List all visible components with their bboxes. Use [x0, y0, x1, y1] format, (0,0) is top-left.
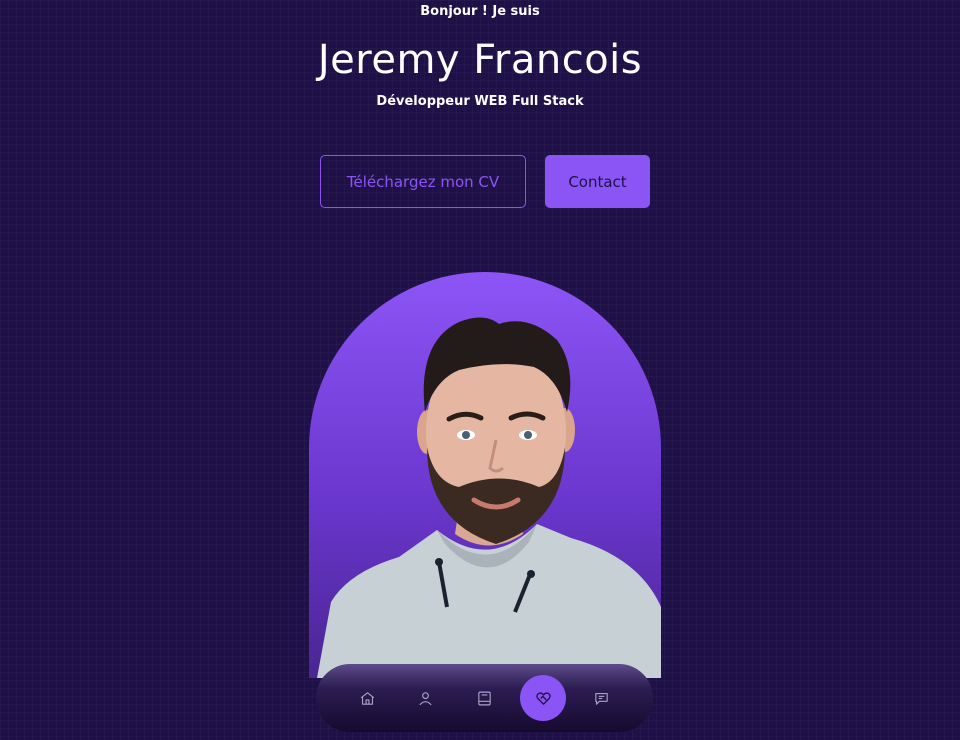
role-subtitle: Développeur WEB Full Stack: [376, 94, 584, 109]
greeting: Bonjour ! Je suis: [420, 4, 540, 19]
nav-experience[interactable]: [461, 675, 507, 721]
home-icon: [360, 691, 375, 705]
user-icon: [419, 691, 432, 705]
page-title: Jeremy Francois: [317, 37, 643, 83]
nav-home[interactable]: [344, 675, 390, 721]
message-icon: [595, 692, 608, 705]
nav-services[interactable]: [520, 675, 567, 721]
bottom-nav: [316, 664, 653, 732]
profile-illustration: [317, 317, 661, 678]
book-icon: [478, 691, 491, 705]
profile-photo: [309, 272, 661, 678]
download-cv-button[interactable]: Téléchargez mon CV: [320, 155, 526, 208]
nav-contact[interactable]: [579, 675, 625, 721]
nav-about[interactable]: [403, 675, 449, 721]
heart-handshake-icon: [535, 691, 551, 705]
contact-button[interactable]: Contact: [545, 155, 650, 208]
